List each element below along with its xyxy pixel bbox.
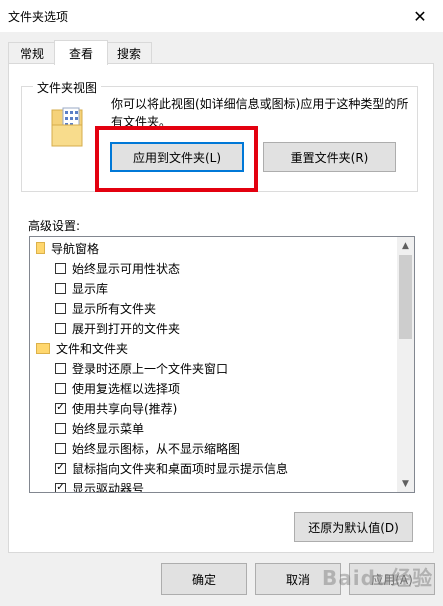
list-item[interactable]: 始终显示图标，从不显示缩略图	[55, 438, 414, 458]
list-item-label: 使用共享向导(推荐)	[72, 401, 178, 416]
list-item[interactable]: ✓ 使用共享向导(推荐)	[55, 398, 414, 418]
folder-icon	[36, 242, 45, 254]
list-item[interactable]: 使用复选框以选择项	[55, 378, 414, 398]
reset-folders-button[interactable]: 重置文件夹(R)	[263, 142, 396, 172]
checkbox[interactable]	[55, 442, 66, 454]
list-item-label: 文件和文件夹	[56, 341, 129, 356]
scrollbar-thumb[interactable]	[399, 255, 412, 339]
watermark: Baidu经验	[322, 566, 434, 590]
ok-button[interactable]: 确定	[161, 563, 247, 595]
restore-defaults-button[interactable]: 还原为默认值(D)	[294, 512, 413, 542]
checkbox[interactable]	[55, 302, 66, 314]
list-item[interactable]: 显示库	[55, 278, 414, 298]
list-item-label: 导航窗格	[51, 241, 100, 256]
list-item-label: 登录时还原上一个文件夹窗口	[72, 361, 229, 376]
scroll-down-icon[interactable]: ▼	[397, 475, 414, 492]
list-item-label: 展开到打开的文件夹	[72, 321, 181, 336]
checkbox[interactable]	[55, 382, 66, 394]
vertical-scrollbar[interactable]: ▲ ▼	[397, 237, 414, 492]
scroll-up-icon[interactable]: ▲	[397, 237, 414, 254]
list-item-label: 始终显示可用性状态	[72, 261, 181, 276]
list-item: 文件和文件夹	[36, 338, 402, 358]
folder-icon	[36, 342, 50, 354]
checkbox[interactable]	[55, 422, 66, 434]
folder-options-dialog: 文件夹选项 ✕ 常规 查看 搜索 文件夹视图 你可以将此视图(如详细信息或图标)…	[0, 0, 443, 606]
checkbox[interactable]	[55, 362, 66, 374]
tab-general[interactable]: 常规	[8, 42, 56, 63]
list-item-label: 显示库	[72, 281, 109, 296]
tab-label: 常规	[19, 46, 44, 61]
window-title: 文件夹选项	[8, 10, 69, 24]
list-item[interactable]: ✓ 显示驱动器号	[55, 478, 414, 493]
tab-label: 查看	[68, 46, 93, 61]
checkbox-checked[interactable]: ✓	[55, 462, 66, 474]
checkbox-checked[interactable]: ✓	[55, 482, 66, 492]
tab-view[interactable]: 查看	[54, 40, 108, 65]
folder-view-icon	[51, 107, 83, 147]
list-item[interactable]: 登录时还原上一个文件夹窗口	[55, 358, 414, 378]
checkbox[interactable]	[55, 322, 66, 334]
list-item[interactable]: 始终显示菜单	[55, 418, 414, 438]
tab-search[interactable]: 搜索	[106, 42, 152, 63]
list-item[interactable]: ✓ 鼠标指向文件夹和桌面项时显示提示信息	[55, 458, 414, 478]
title-bar: 文件夹选项 ✕	[0, 0, 443, 32]
advanced-settings-label: 高级设置:	[28, 219, 81, 233]
checkbox[interactable]	[55, 262, 66, 274]
highlight-annotation-box	[95, 126, 258, 192]
list-item-label: 显示所有文件夹	[72, 301, 157, 316]
list-item-label: 显示驱动器号	[72, 481, 145, 493]
list-item: 导航窗格	[36, 238, 402, 258]
checkbox[interactable]	[55, 282, 66, 294]
list-item-label: 始终显示菜单	[72, 421, 145, 436]
close-icon[interactable]: ✕	[397, 0, 443, 32]
list-item-label: 使用复选框以选择项	[72, 381, 181, 396]
list-item-label: 鼠标指向文件夹和桌面项时显示提示信息	[72, 461, 289, 476]
list-item[interactable]: 显示所有文件夹	[55, 298, 414, 318]
list-item-label: 始终显示图标，从不显示缩略图	[72, 441, 241, 456]
folder-view-legend: 文件夹视图	[33, 79, 102, 96]
advanced-settings-list[interactable]: 导航窗格 始终显示可用性状态 显示库 显示所有文件夹 展开到打开的文件夹 文件和…	[29, 236, 415, 493]
tab-label: 搜索	[116, 46, 141, 61]
list-item[interactable]: 展开到打开的文件夹	[55, 318, 414, 338]
checkbox-checked[interactable]: ✓	[55, 402, 66, 414]
list-item[interactable]: 始终显示可用性状态	[55, 258, 414, 278]
